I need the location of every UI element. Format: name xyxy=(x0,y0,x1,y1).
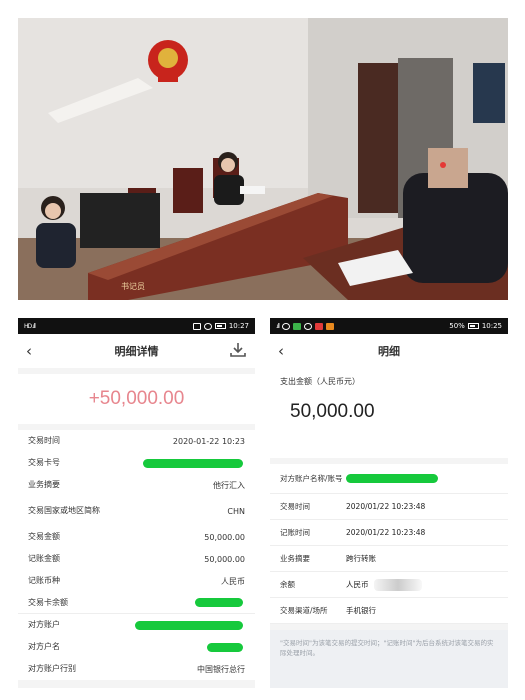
list-item: 交易金额 50,000.00 xyxy=(18,526,255,548)
page-title: 明细详情 xyxy=(114,345,159,358)
bank-detail-screen-right: .ıll 50% 10:25 ‹ 明细 支出金额（人民币元） 50,000.00… xyxy=(270,318,508,688)
list-item: 交易卡余额 xyxy=(18,592,255,614)
list-item: 记账金额 50,000.00 xyxy=(18,548,255,570)
redaction-mark xyxy=(346,474,438,483)
row-value: 50,000.00 xyxy=(204,554,245,564)
row-label: 余额 xyxy=(280,579,295,589)
row-label: 交易卡余额 xyxy=(28,597,68,607)
status-time: 10:27 xyxy=(228,322,249,330)
list-item: 对方户名 xyxy=(18,636,255,658)
row-label: 对方账户 xyxy=(28,620,60,629)
wechat-icon xyxy=(292,322,301,330)
row-value: 他行汇入 xyxy=(213,480,245,490)
detail-list: 对方账户名称/账号 交易时间 2020/01/22 10:23:48 记账时间 … xyxy=(270,464,508,624)
courtroom-scene xyxy=(18,18,508,300)
row-label: 记账时间 xyxy=(280,527,310,537)
app-notification-icon xyxy=(325,322,334,330)
wifi-icon xyxy=(281,322,290,330)
row-label: 对方账户行别 xyxy=(28,664,76,673)
row-label: 记账金额 xyxy=(28,554,60,563)
battery-icon xyxy=(214,323,226,329)
status-time: 10:25 xyxy=(481,322,502,330)
list-item: 记账时间 2020/01/22 10:23:48 xyxy=(270,520,508,546)
row-value: 50,000.00 xyxy=(204,532,245,542)
row-label: 交易金额 xyxy=(28,532,60,541)
bank-detail-screen-left: HD .ıll 10:27 ‹ 明细详情 +50,000.00 交易时间 202… xyxy=(18,318,255,688)
page-title: 明细 xyxy=(378,345,400,358)
amount-block: 支出金额（人民币元） 50,000.00 xyxy=(270,368,508,458)
battery-percent: 50% xyxy=(449,322,465,330)
redaction-mark xyxy=(135,620,243,630)
list-item: 对方账户名称/账号 xyxy=(270,464,508,494)
row-label: 记账币种 xyxy=(28,576,60,585)
nav-bar: ‹ 明细详情 xyxy=(18,334,255,368)
list-item: 业务摘要 他行汇入 xyxy=(18,474,255,496)
list-item: 对方账户行别 中国银行总行 xyxy=(18,658,255,680)
alarm-icon xyxy=(203,322,212,330)
app-notification-icon xyxy=(314,322,323,330)
amount-caption: 支出金额（人民币元） xyxy=(280,377,360,386)
amount-block: +50,000.00 xyxy=(18,374,255,424)
location-icon xyxy=(303,322,312,330)
signal-indicator: HD .ıll xyxy=(24,322,36,330)
list-item: 交易时间 2020/01/22 10:23:48 xyxy=(270,494,508,520)
status-bar: HD .ıll 10:27 xyxy=(18,318,255,334)
list-item: 交易时间 2020-01-22 10:23 xyxy=(18,430,255,452)
list-item: 记账币种 人民币 xyxy=(18,570,255,592)
row-value: 2020-01-22 10:23 xyxy=(172,436,245,446)
back-chevron-icon[interactable]: ‹ xyxy=(278,342,284,360)
row-label: 对方账户名称/账号 xyxy=(280,473,343,483)
redaction-mark xyxy=(195,598,243,607)
nav-bar: ‹ 明细 xyxy=(270,334,508,368)
courtroom-photo: 书记员 xyxy=(18,18,508,300)
status-bar: .ıll 50% 10:25 xyxy=(270,318,508,334)
transaction-amount: +50,000.00 xyxy=(88,388,185,409)
row-value: 2020/01/22 10:23:48 xyxy=(346,502,426,511)
row-value: 2020/01/22 10:23:48 xyxy=(346,528,426,537)
row-value: 人民币 xyxy=(346,580,369,589)
redaction-mark xyxy=(207,642,243,652)
transaction-amount: 50,000.00 xyxy=(290,401,375,422)
row-label: 交易渠道/场所 xyxy=(280,605,328,615)
row-label: 业务摘要 xyxy=(28,480,60,489)
row-value: 手机银行 xyxy=(346,606,376,615)
download-icon[interactable] xyxy=(229,341,247,359)
list-item: 业务摘要 跨行转账 xyxy=(270,546,508,572)
list-item: 余额 人民币 xyxy=(270,572,508,598)
list-item: 对方账户 xyxy=(18,614,255,636)
list-item: 交易国家或地区简称 CHN xyxy=(18,496,255,526)
back-chevron-icon[interactable]: ‹ xyxy=(26,342,32,360)
row-label: 对方户名 xyxy=(28,642,60,651)
row-label: 业务摘要 xyxy=(280,553,310,563)
list-item: 交易渠道/场所 手机银行 xyxy=(270,598,508,624)
row-value: 跨行转账 xyxy=(346,554,376,563)
row-label: 交易国家或地区简称 xyxy=(28,506,100,515)
row-value: 人民币 xyxy=(221,576,245,586)
row-label: 交易时间 xyxy=(28,436,60,445)
footnote: "交易时间"为该笔交易的提交时间；"记账时间"为后台系统对该笔交易的实际处理时间… xyxy=(270,630,508,688)
detail-list: 交易时间 2020-01-22 10:23 交易卡号 业务摘要 他行汇入 交易国… xyxy=(18,430,255,680)
row-label: 交易卡号 xyxy=(28,458,60,467)
row-value: 中国银行总行 xyxy=(197,664,245,674)
row-value: CHN xyxy=(227,506,245,516)
battery-icon xyxy=(467,323,479,329)
clerk-nameplate: 书记员 xyxy=(121,282,145,291)
signal-indicator: .ıll xyxy=(276,322,280,330)
blurred-balance xyxy=(374,578,422,591)
list-item: 交易卡号 xyxy=(18,452,255,474)
row-label: 交易时间 xyxy=(280,501,310,511)
redaction-mark xyxy=(143,458,243,468)
nfc-icon xyxy=(192,322,201,330)
